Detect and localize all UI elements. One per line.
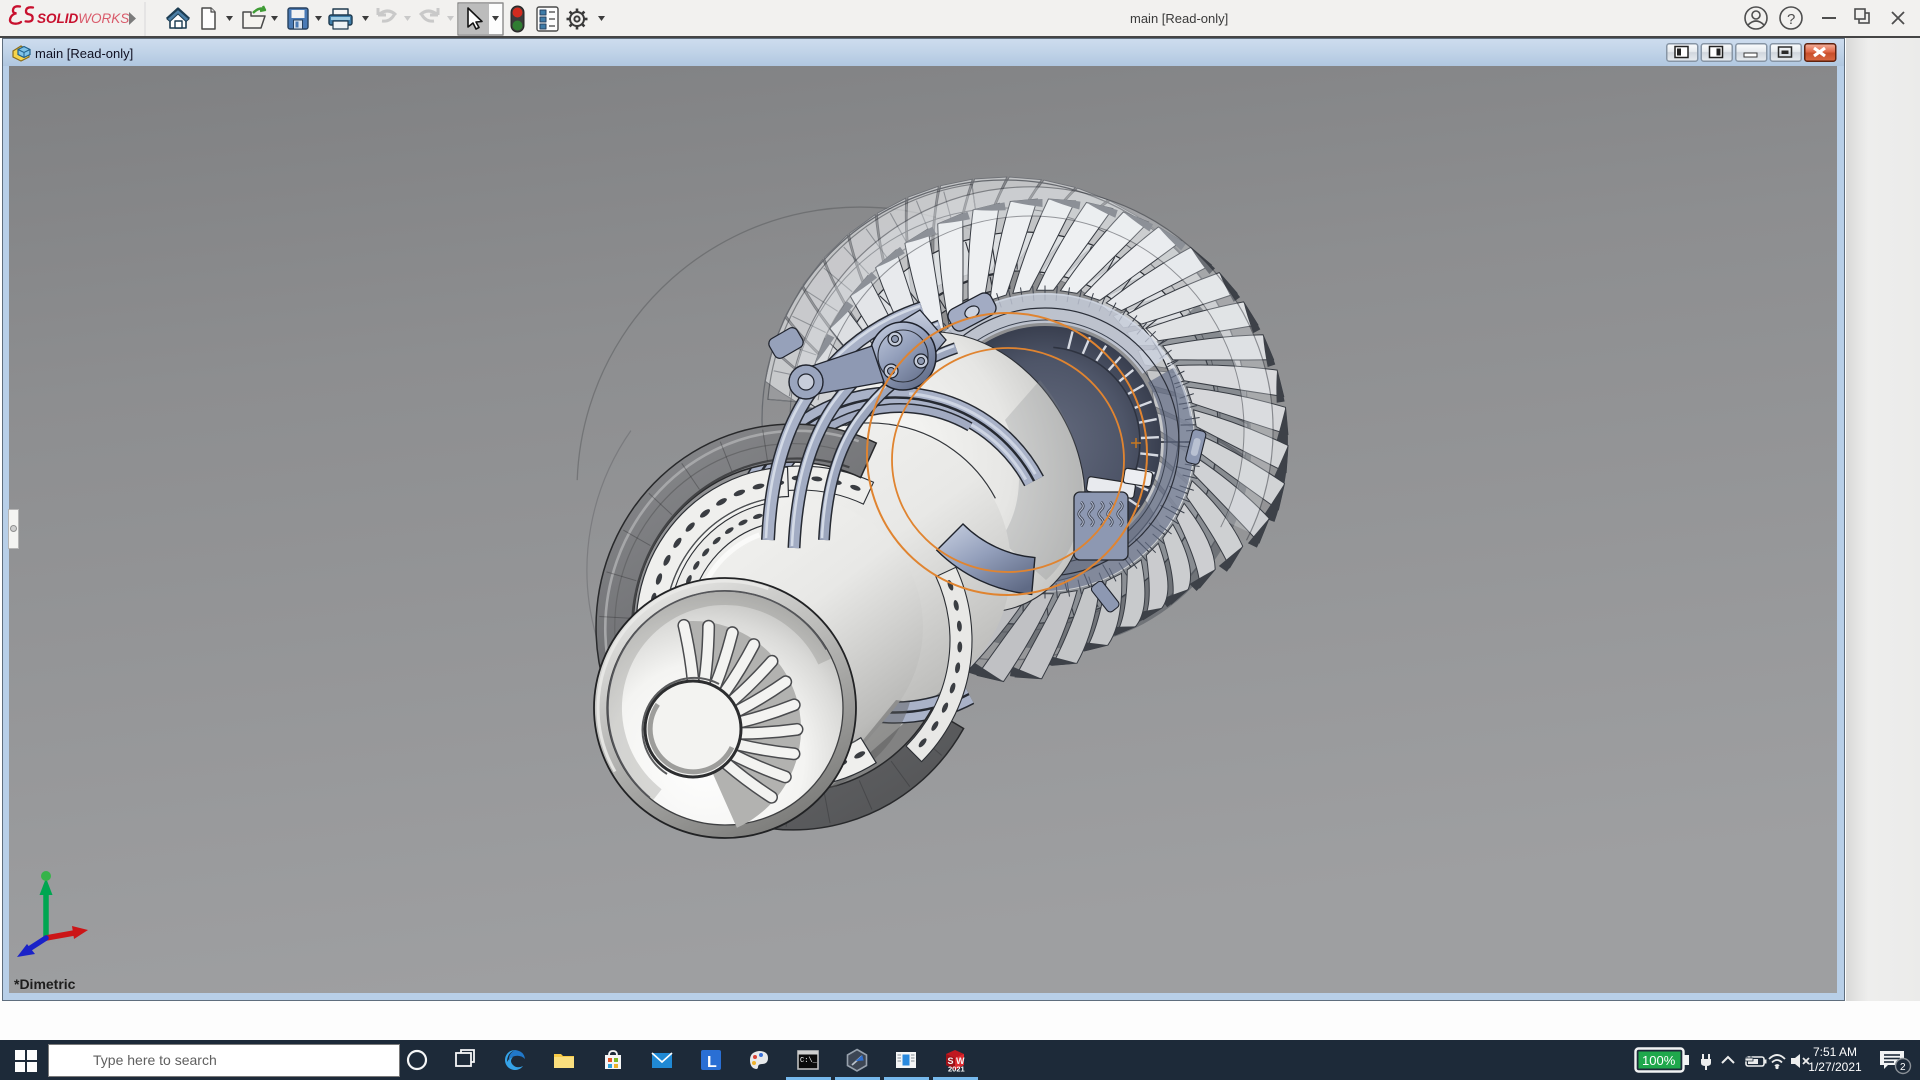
svg-text:100%: 100% [1642, 1053, 1676, 1068]
svg-text:2021: 2021 [948, 1065, 965, 1073]
svg-text:2: 2 [1900, 1062, 1906, 1073]
svg-text:?: ? [1787, 11, 1795, 28]
svg-text:C:\_: C:\_ [800, 1057, 818, 1065]
svg-text:*Dimetric: *Dimetric [14, 976, 76, 992]
svg-text:L: L [707, 1054, 717, 1071]
svg-text:SOLIDWORKS: SOLIDWORKS [37, 11, 129, 26]
